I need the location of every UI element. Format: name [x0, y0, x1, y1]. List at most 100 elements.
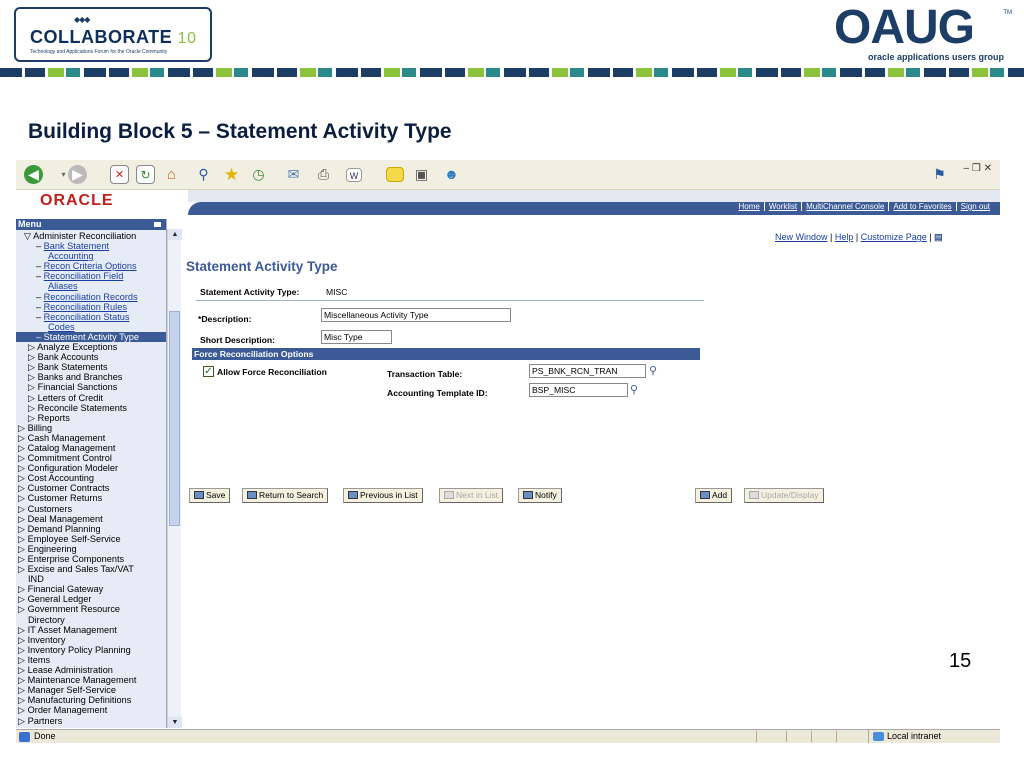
menu-item[interactable]: ▷ Maintenance Management: [16, 675, 166, 685]
menu-item[interactable]: ▷ Commitment Control: [16, 453, 166, 463]
menu-item[interactable]: – Recon Criteria Options: [16, 261, 166, 271]
menu-item[interactable]: ▷ Customer Returns: [16, 493, 166, 503]
messenger-icon[interactable]: ☻: [442, 165, 461, 184]
menu-item[interactable]: ▷ Manufacturing Definitions: [16, 695, 166, 705]
menu-item[interactable]: ▷ Cash Management: [16, 433, 166, 443]
top-nav-link[interactable]: Worklist: [764, 202, 803, 211]
scroll-down-icon[interactable]: ▼: [168, 717, 182, 728]
menu-item[interactable]: ▷ Excise and Sales Tax/VAT: [16, 564, 166, 574]
menu-item[interactable]: ▷ Bank Statements: [16, 362, 166, 372]
menu-item[interactable]: ▷ Financial Gateway: [16, 584, 166, 594]
menu-item[interactable]: ▷ Cost Accounting: [16, 473, 166, 483]
top-nav-link[interactable]: Sign out: [957, 202, 994, 211]
stop-icon[interactable]: ✕: [110, 165, 129, 184]
update-display-button[interactable]: Update/Display: [744, 488, 824, 503]
menu-item[interactable]: – Reconciliation Status: [16, 312, 166, 322]
menu-item[interactable]: ▷ Partners: [16, 716, 166, 726]
transaction-table-field[interactable]: PS_BNK_RCN_TRAN: [529, 364, 646, 378]
menu-item[interactable]: – Reconciliation Rules: [16, 302, 166, 312]
next-in-list-button[interactable]: Next in List: [439, 488, 504, 503]
menu-item-label: ▷ Engineering: [18, 543, 77, 554]
menu-item[interactable]: ▽ Administer Reconciliation: [16, 231, 166, 241]
print-icon[interactable]: ⎙: [314, 165, 333, 184]
scroll-thumb[interactable]: [169, 311, 180, 526]
menu-item-label: ▷ Customer Contracts: [18, 483, 110, 494]
update-display-icon: [749, 491, 759, 499]
menu-item[interactable]: ▷ Engineering: [16, 544, 166, 554]
menu-item[interactable]: ▷ Configuration Modeler: [16, 463, 166, 473]
notes-icon[interactable]: [386, 167, 404, 182]
menu-item-selected[interactable]: – Statement Activity Type: [16, 331, 166, 343]
refresh-icon[interactable]: ↻: [136, 165, 155, 184]
allow-force-checkbox[interactable]: ✓: [203, 366, 214, 377]
research-icon[interactable]: ▣: [412, 165, 431, 184]
menu-item[interactable]: ▷ Letters of Credit: [16, 393, 166, 403]
menu-item[interactable]: ▷ Bank Accounts: [16, 352, 166, 362]
menu-item[interactable]: – Reconciliation Records: [16, 292, 166, 302]
accounting-template-field[interactable]: BSP_MISC: [529, 383, 628, 397]
menu-item[interactable]: ▷ Analyze Exceptions: [16, 342, 166, 352]
customize-page-link[interactable]: Customize Page: [861, 232, 927, 242]
menu-item[interactable]: Codes: [16, 322, 166, 332]
history-icon[interactable]: ◷: [249, 165, 268, 184]
top-nav-link[interactable]: MultiChannel Console: [802, 202, 890, 211]
menu-item[interactable]: ▷ General Ledger: [16, 594, 166, 604]
menu-item[interactable]: ▷ Catalog Management: [16, 443, 166, 453]
stripe-segment: [336, 68, 358, 77]
menu-item[interactable]: ▷ Customers: [16, 504, 166, 514]
menu-item[interactable]: ▷ Inventory Policy Planning: [16, 645, 166, 655]
menu-item[interactable]: ▷ Reconcile Statements: [16, 403, 166, 413]
save-icon: [194, 491, 204, 499]
scroll-up-icon[interactable]: ▲: [168, 229, 182, 240]
menu-item[interactable]: ▷ Lease Administration: [16, 665, 166, 675]
save-button[interactable]: Save: [189, 488, 231, 503]
collaborate-brand: COLLABORATE: [30, 27, 173, 47]
menu-item[interactable]: ▷ Manager Self-Service: [16, 685, 166, 695]
menu-item-label: ▷ Bank Accounts: [28, 352, 99, 363]
menu-item[interactable]: ▷ Reports: [16, 413, 166, 423]
menu-item[interactable]: Aliases: [16, 281, 166, 291]
mail-icon[interactable]: ✉: [284, 165, 303, 184]
menu-scrollbar[interactable]: ▲ ▼: [167, 229, 182, 728]
transaction-table-lookup-icon[interactable]: ⚲: [649, 365, 661, 377]
menu-item[interactable]: – Reconciliation Field: [16, 271, 166, 281]
menu-item[interactable]: ▷ Customer Contracts: [16, 483, 166, 493]
previous-in-list-button[interactable]: Previous in List: [343, 488, 423, 503]
menu-item[interactable]: – Bank Statement: [16, 241, 166, 251]
word-icon[interactable]: W: [346, 168, 362, 182]
menu-item[interactable]: ▷ Items: [16, 655, 166, 665]
menu-item[interactable]: ▷ IT Asset Management: [16, 625, 166, 635]
search-icon[interactable]: ⚲: [194, 165, 213, 184]
menu-item[interactable]: ▷ Order Management: [16, 705, 166, 715]
menu-item[interactable]: ▷ Banks and Branches: [16, 372, 166, 382]
menu-item[interactable]: ▷ Inventory: [16, 635, 166, 645]
help-page-icon[interactable]: ▤: [934, 232, 943, 242]
menu-item[interactable]: ▷ Government Resource: [16, 604, 166, 614]
back-icon[interactable]: ◀: [24, 165, 43, 184]
menu-item[interactable]: Accounting: [16, 251, 166, 261]
menu-item[interactable]: ▷ Demand Planning: [16, 524, 166, 534]
description-field[interactable]: Miscellaneous Activity Type: [321, 308, 511, 322]
menu-item[interactable]: ▷ Employee Self-Service: [16, 534, 166, 544]
window-controls[interactable]: – ❒ ✕: [964, 163, 992, 174]
top-nav-link[interactable]: Add to Favorites: [889, 202, 957, 211]
menu-item[interactable]: ▷ Financial Sanctions: [16, 382, 166, 392]
return-to-search-button[interactable]: Return to Search: [242, 488, 329, 503]
home-icon[interactable]: ⌂: [162, 165, 181, 184]
menu-item-label: ▽ Administer Reconciliation: [24, 231, 137, 241]
short-description-field[interactable]: Misc Type: [321, 330, 392, 344]
add-button[interactable]: Add: [695, 488, 733, 503]
favorites-star-icon[interactable]: ★: [222, 165, 241, 184]
description-label: *Description:: [198, 314, 252, 324]
top-nav-link[interactable]: Home: [734, 202, 765, 211]
notify-button[interactable]: Notify: [518, 488, 562, 503]
collapse-menu-icon[interactable]: [153, 221, 162, 228]
new-window-link[interactable]: New Window: [775, 232, 828, 242]
diamond-icon: ◆◆◆: [74, 15, 91, 24]
forward-icon[interactable]: ▶: [68, 165, 87, 184]
accounting-template-lookup-icon[interactable]: ⚲: [630, 384, 642, 396]
menu-item[interactable]: ▷ Billing: [16, 423, 166, 433]
menu-item[interactable]: ▷ Deal Management: [16, 514, 166, 524]
help-link[interactable]: Help: [835, 232, 854, 242]
menu-item[interactable]: ▷ Enterprise Components: [16, 554, 166, 564]
